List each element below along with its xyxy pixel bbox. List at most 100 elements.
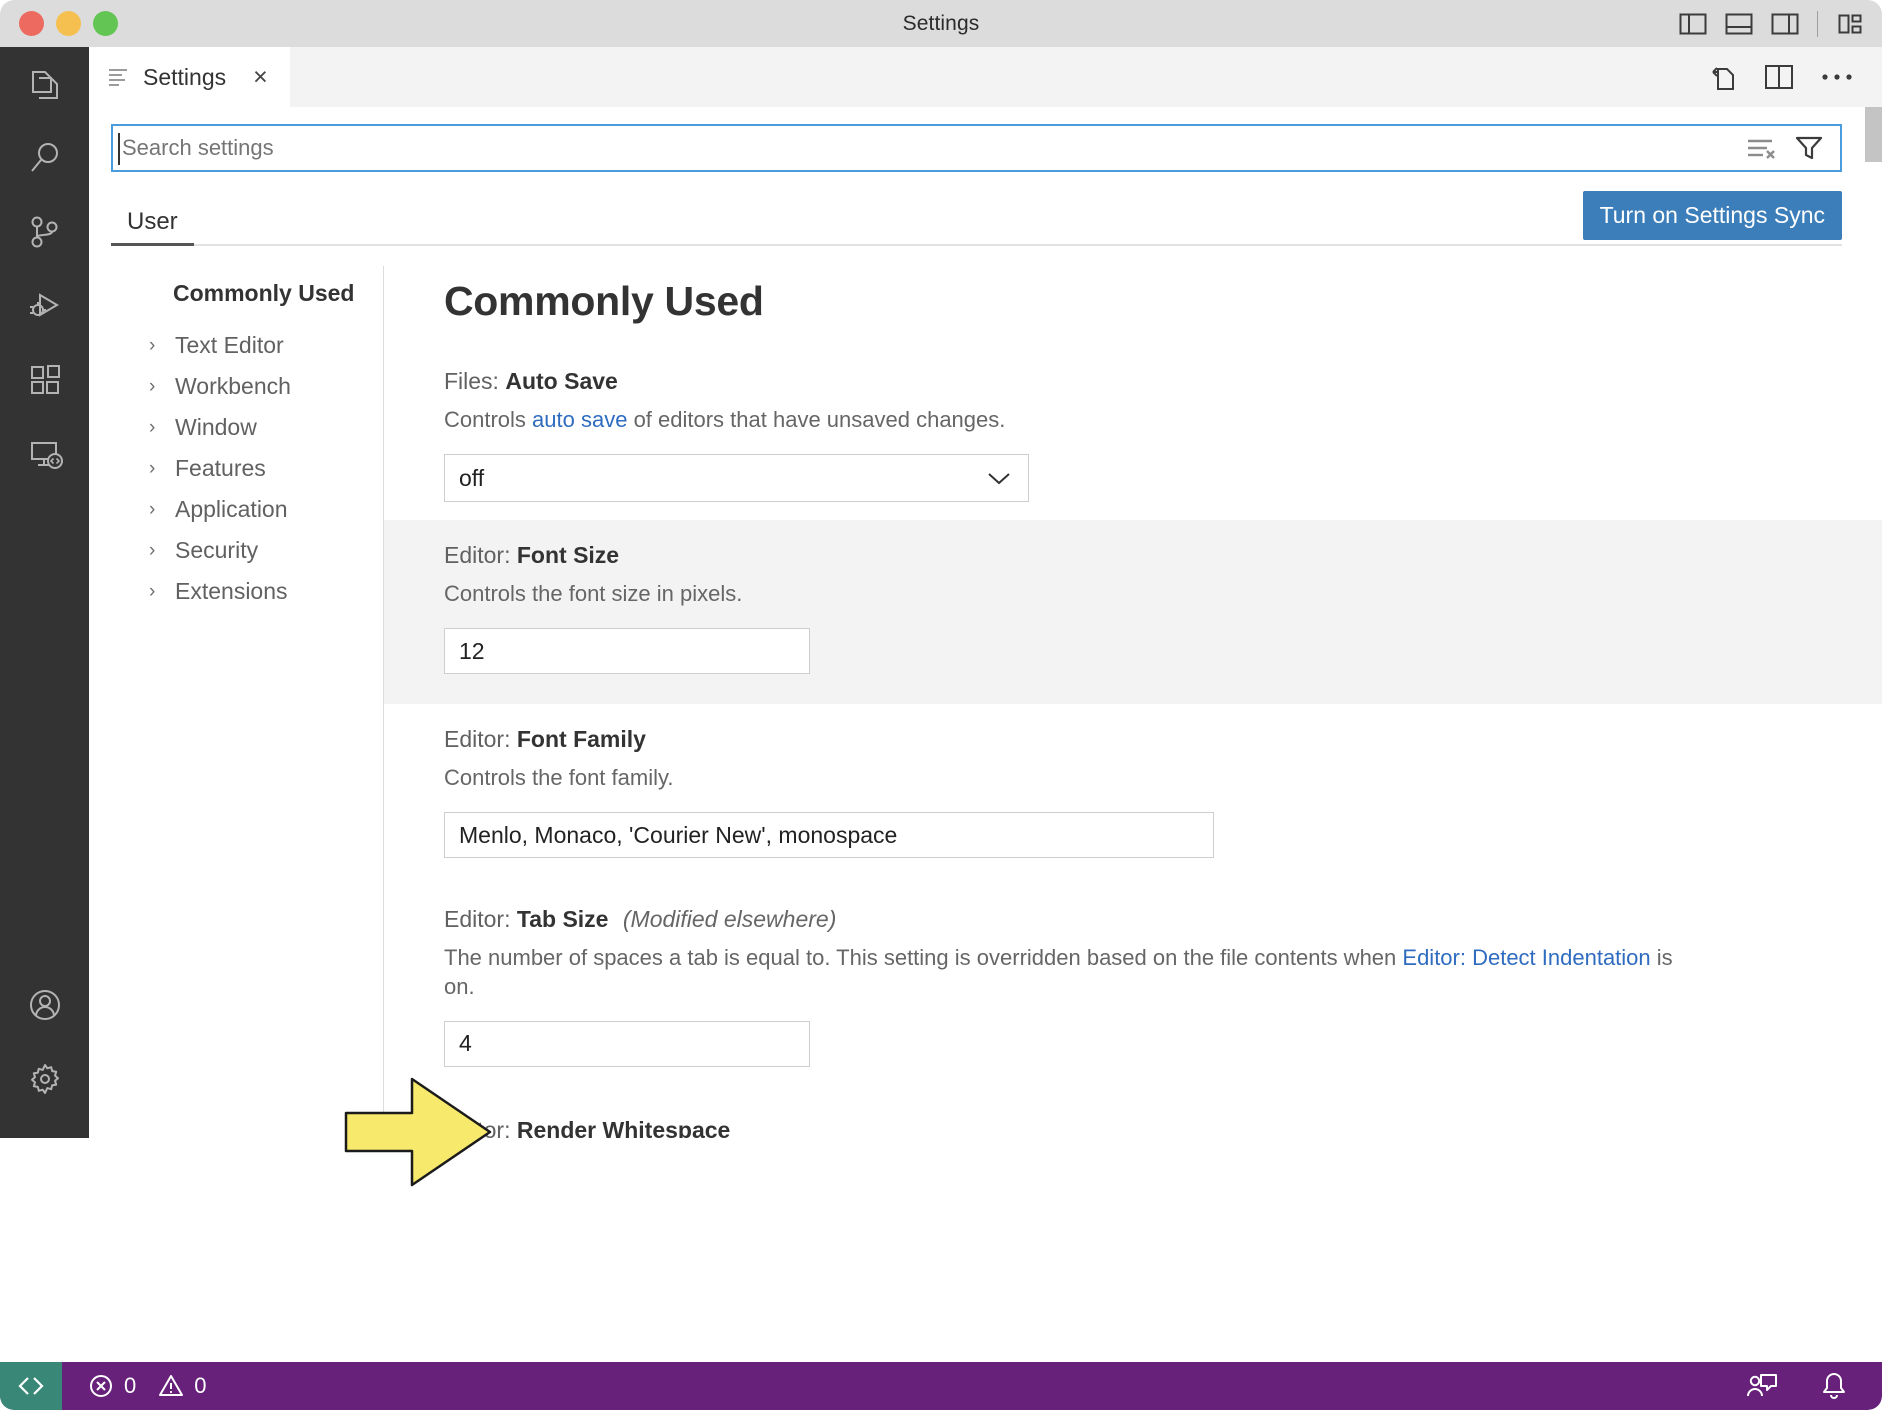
editor-actions [1706, 47, 1882, 107]
tab-size-input[interactable] [444, 1020, 810, 1067]
more-actions-icon[interactable] [1820, 71, 1854, 83]
open-settings-json-icon[interactable] [1706, 61, 1738, 93]
extensions-icon [25, 360, 65, 400]
setting-files-auto-save: Files: Auto Save Controls auto save of e… [444, 357, 1882, 520]
status-right-items [1746, 1371, 1882, 1401]
activity-item-manage[interactable] [0, 1042, 89, 1116]
toggle-panel-icon[interactable] [1725, 12, 1753, 36]
setting-editor-font-size: Editor: Font Size Controls the font size… [384, 520, 1882, 705]
auto-save-select[interactable]: off [444, 454, 1029, 503]
activity-item-source-control[interactable] [0, 195, 89, 269]
feedback-person-icon[interactable] [1746, 1372, 1778, 1400]
settings-scope-row: User Turn on Settings Sync [111, 191, 1842, 246]
toc-item-label: Extensions [175, 578, 288, 604]
toc-item-features[interactable]: › Features [149, 448, 383, 489]
setting-description: Controls the font size in pixels. [444, 581, 743, 607]
settings-list: Commonly Used Files: Auto Save Controls … [384, 266, 1882, 1138]
vscode-window: Settings Settings × Search settings User… [0, 0, 1882, 1410]
setting-category: Files: [444, 368, 499, 394]
activity-item-explorer[interactable] [0, 47, 89, 121]
search-action-icons [1746, 134, 1840, 162]
setting-editor-render-whitespace: Editor: Render Whitespace Controls how t… [444, 1085, 1882, 1138]
toc-item-label: Workbench [175, 373, 291, 399]
toc-item-security[interactable]: › Security [149, 530, 383, 571]
source-control-icon [25, 212, 65, 252]
chevron-down-icon [972, 470, 1012, 486]
desc-text: Controls [444, 407, 533, 432]
account-icon [25, 985, 65, 1025]
activity-item-accounts[interactable] [0, 968, 89, 1042]
tab-close-button[interactable]: × [253, 64, 268, 90]
setting-name: Font Size [516, 542, 620, 569]
chevron-right-icon: › [149, 580, 156, 602]
editor-tab-bar: Settings × [89, 47, 1882, 107]
toc-item-label: Features [175, 455, 266, 481]
layout-divider [1817, 10, 1818, 37]
customize-layout-icon[interactable] [1836, 12, 1864, 36]
setting-name: Auto Save [505, 368, 618, 394]
desc-text: of editors that have unsaved changes. [627, 407, 1006, 432]
toc-header: Commonly Used [173, 280, 355, 306]
toc-item-text-editor[interactable]: › Text Editor [149, 325, 383, 366]
settings-editor: User Turn on Settings Sync Commonly Used… [89, 107, 1882, 1138]
setting-category: Editor: [444, 1116, 511, 1138]
window-title: Settings [902, 11, 980, 35]
chevron-right-icon: › [149, 334, 156, 356]
chevron-right-icon: › [149, 416, 156, 438]
toc-item-application[interactable]: › Application [149, 489, 383, 530]
error-count: 0 [124, 1373, 137, 1398]
error-icon [88, 1373, 114, 1399]
toc-item-extensions[interactable]: › Extensions [149, 571, 383, 612]
activity-item-extensions[interactable] [0, 343, 89, 417]
run-debug-icon [25, 286, 65, 326]
setting-description: Controls auto save of editors that have … [444, 406, 1694, 434]
settings-toc: Commonly Used › Text Editor › Workbench … [89, 266, 384, 1138]
tab-user[interactable]: User [111, 208, 194, 246]
status-problems[interactable]: 0 0 [62, 1373, 207, 1399]
scrollbar-thumb[interactable] [1865, 107, 1882, 162]
settings-scrollbar[interactable] [1865, 107, 1882, 1138]
chevron-right-icon: › [149, 539, 156, 561]
split-editor-icon[interactable] [1764, 63, 1794, 91]
remote-window-indicator[interactable] [0, 1362, 62, 1410]
setting-category: Editor: [444, 906, 511, 933]
bell-icon[interactable] [1820, 1371, 1848, 1401]
chevron-right-icon: › [149, 457, 156, 479]
setting-category: Editor: [444, 542, 511, 569]
setting-link[interactable]: Editor: Detect Indentation [1402, 945, 1650, 970]
remote-explorer-icon [25, 434, 65, 474]
toc-item-label: Application [175, 496, 288, 522]
filter-settings-icon[interactable] [1794, 134, 1824, 162]
gear-icon [25, 1059, 65, 1099]
setting-description: Controls the font family. [444, 765, 674, 791]
toggle-secondary-sidebar-icon[interactable] [1771, 12, 1799, 36]
setting-title: Editor: Font Family [444, 726, 1882, 753]
title-bar: Settings [0, 0, 1882, 47]
chevron-right-icon: › [149, 498, 156, 520]
activity-item-run-and-debug[interactable] [0, 269, 89, 343]
text-caret [118, 133, 120, 165]
setting-editor-tab-size: Editor: Tab Size (Modified elsewhere) Th… [444, 876, 1882, 1084]
setting-link[interactable]: auto save [532, 407, 627, 432]
setting-category: Editor: [444, 726, 511, 753]
setting-editor-font-family: Editor: Font Family Controls the font fa… [444, 704, 1882, 876]
font-size-input[interactable] [444, 628, 810, 675]
setting-description: The number of spaces a tab is equal to. … [444, 944, 1694, 1000]
toc-item-workbench[interactable]: › Workbench [149, 366, 383, 407]
toc-item-window[interactable]: › Window [149, 407, 383, 448]
page-title: Commonly Used [444, 278, 764, 324]
clear-settings-search-icon[interactable] [1746, 135, 1776, 161]
activity-item-remote-explorer[interactable] [0, 417, 89, 491]
activity-bar [0, 47, 89, 1138]
search-icon [25, 138, 65, 178]
settings-search-box[interactable] [111, 124, 1842, 172]
turn-on-settings-sync-button[interactable]: Turn on Settings Sync [1582, 191, 1842, 240]
toggle-primary-sidebar-icon[interactable] [1679, 12, 1707, 36]
activity-item-search[interactable] [0, 121, 89, 195]
font-family-input[interactable] [444, 812, 1214, 859]
setting-name: Font Family [516, 726, 646, 753]
tab-settings[interactable]: Settings × [89, 47, 290, 107]
search-input[interactable] [113, 135, 1746, 161]
toc-item-label: Security [175, 537, 259, 563]
status-bar: 0 0 [0, 1362, 1882, 1410]
